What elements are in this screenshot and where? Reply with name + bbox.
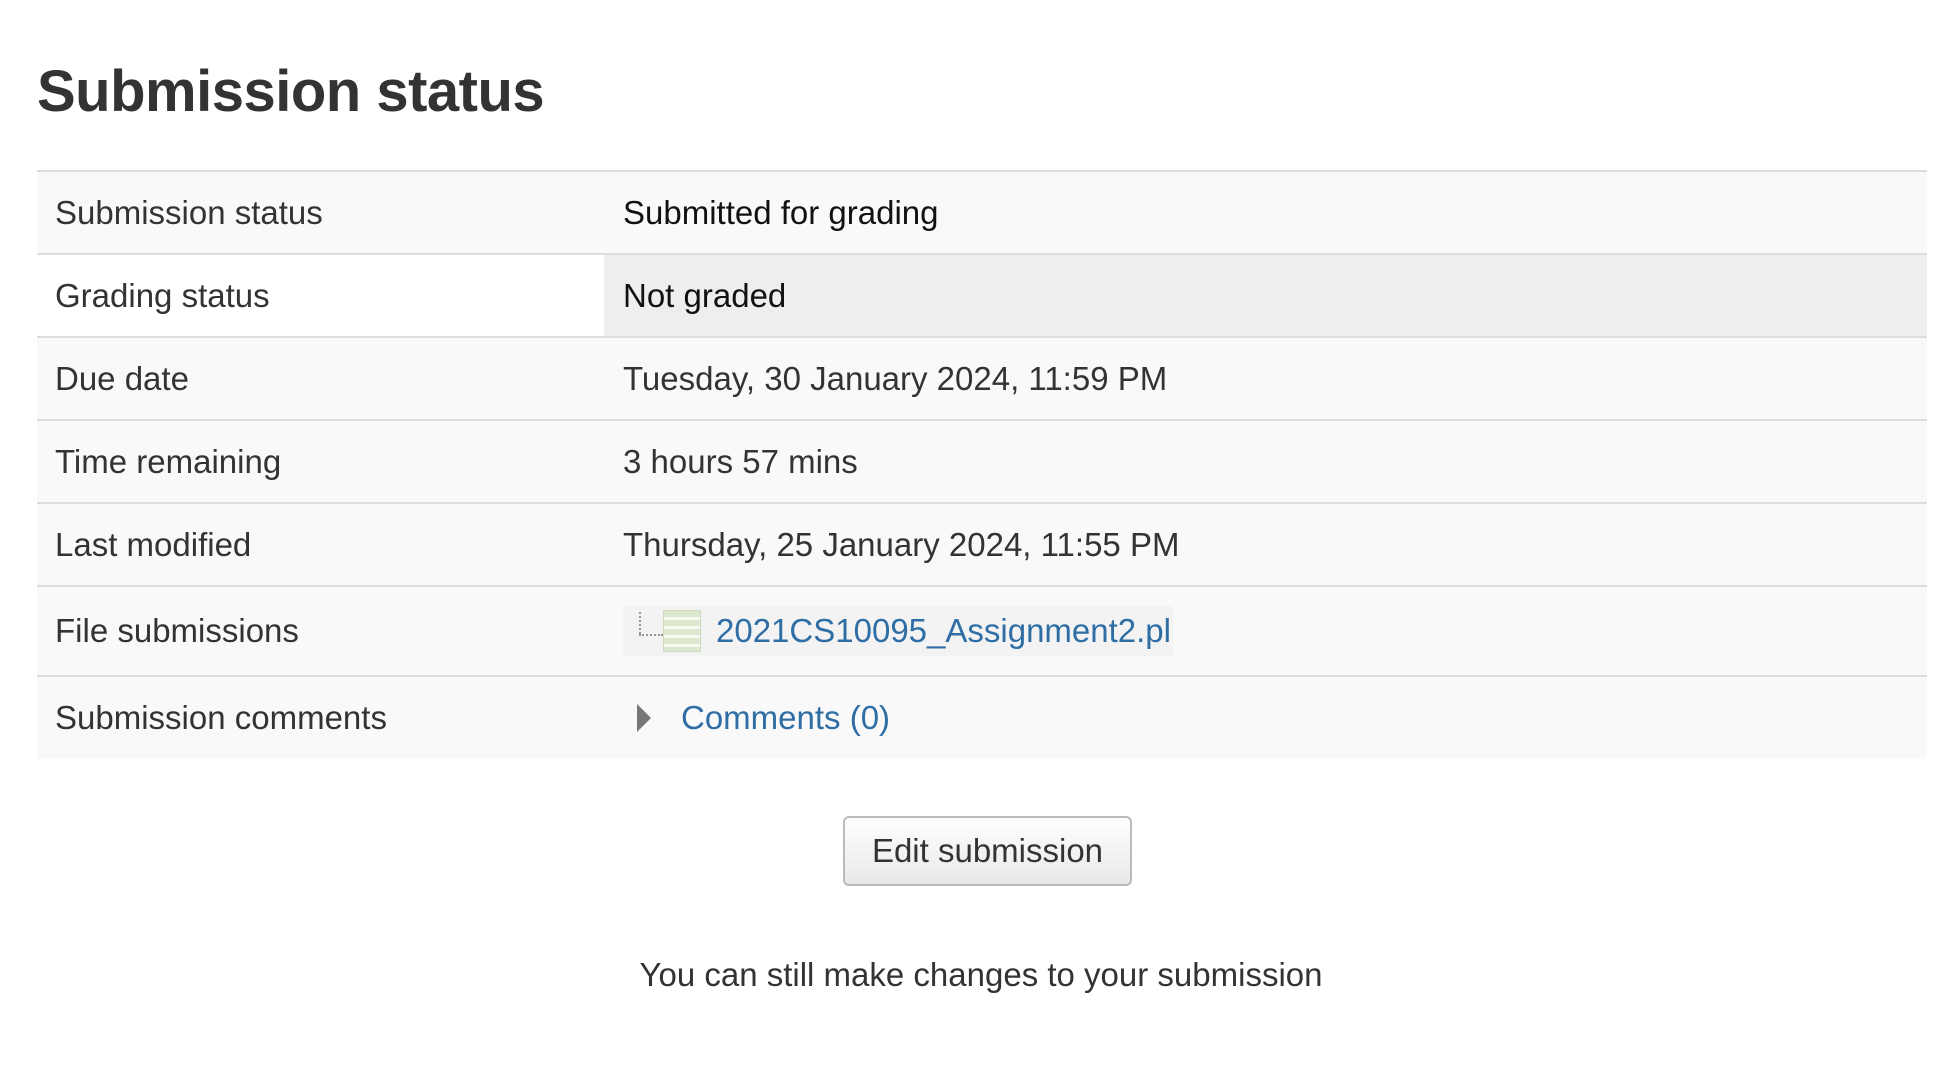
page-title: Submission status <box>37 59 545 124</box>
grading-status-value: Not graded <box>604 255 1927 336</box>
row-label: Submission status <box>55 193 323 231</box>
row-label: Grading status <box>55 276 270 314</box>
comments-toggle[interactable]: Comments (0) <box>623 699 890 737</box>
submission-status-table: Submission status Submitted for grading … <box>37 170 1927 759</box>
table-row-submission-comments: Submission comments Comments (0) <box>37 677 1927 759</box>
row-label: Time remaining <box>55 442 282 480</box>
table-row-last-modified: Last modified Thursday, 25 January 2024,… <box>37 504 1927 587</box>
row-label: Last modified <box>55 525 252 563</box>
table-row-file-submissions: File submissions 2021CS10095_Assignment2… <box>37 587 1927 677</box>
row-label: File submissions <box>55 612 299 649</box>
document-icon <box>623 606 703 656</box>
file-tree-item: 2021CS10095_Assignment2.pl <box>623 606 1173 656</box>
table-row-submission-status: Submission status Submitted for grading <box>37 172 1927 255</box>
table-row-due-date: Due date Tuesday, 30 January 2024, 11:59… <box>37 338 1927 421</box>
row-label: Due date <box>55 359 189 397</box>
comments-link[interactable]: Comments (0) <box>681 699 890 737</box>
time-remaining-value: 3 hours 57 mins <box>623 442 858 480</box>
submitted-file-link[interactable]: 2021CS10095_Assignment2.pl <box>716 612 1171 650</box>
table-row-grading-status: Grading status Not graded <box>37 255 1927 338</box>
file-submissions-value: 2021CS10095_Assignment2.pl <box>604 587 1927 675</box>
submission-status-page: Submission status Submission status Subm… <box>0 0 1950 1066</box>
edit-submission-note: You can still make changes to your submi… <box>639 956 1323 993</box>
submission-status-value: Submitted for grading <box>623 193 939 231</box>
row-label: Submission comments <box>55 699 387 736</box>
caret-right-icon[interactable] <box>637 704 651 732</box>
table-row-time-remaining: Time remaining 3 hours 57 mins <box>37 421 1927 504</box>
submission-comments-value: Comments (0) <box>604 677 1927 759</box>
edit-submission-button[interactable]: Edit submission <box>843 816 1132 886</box>
due-date-value: Tuesday, 30 January 2024, 11:59 PM <box>623 359 1168 397</box>
last-modified-value: Thursday, 25 January 2024, 11:55 PM <box>623 525 1180 563</box>
